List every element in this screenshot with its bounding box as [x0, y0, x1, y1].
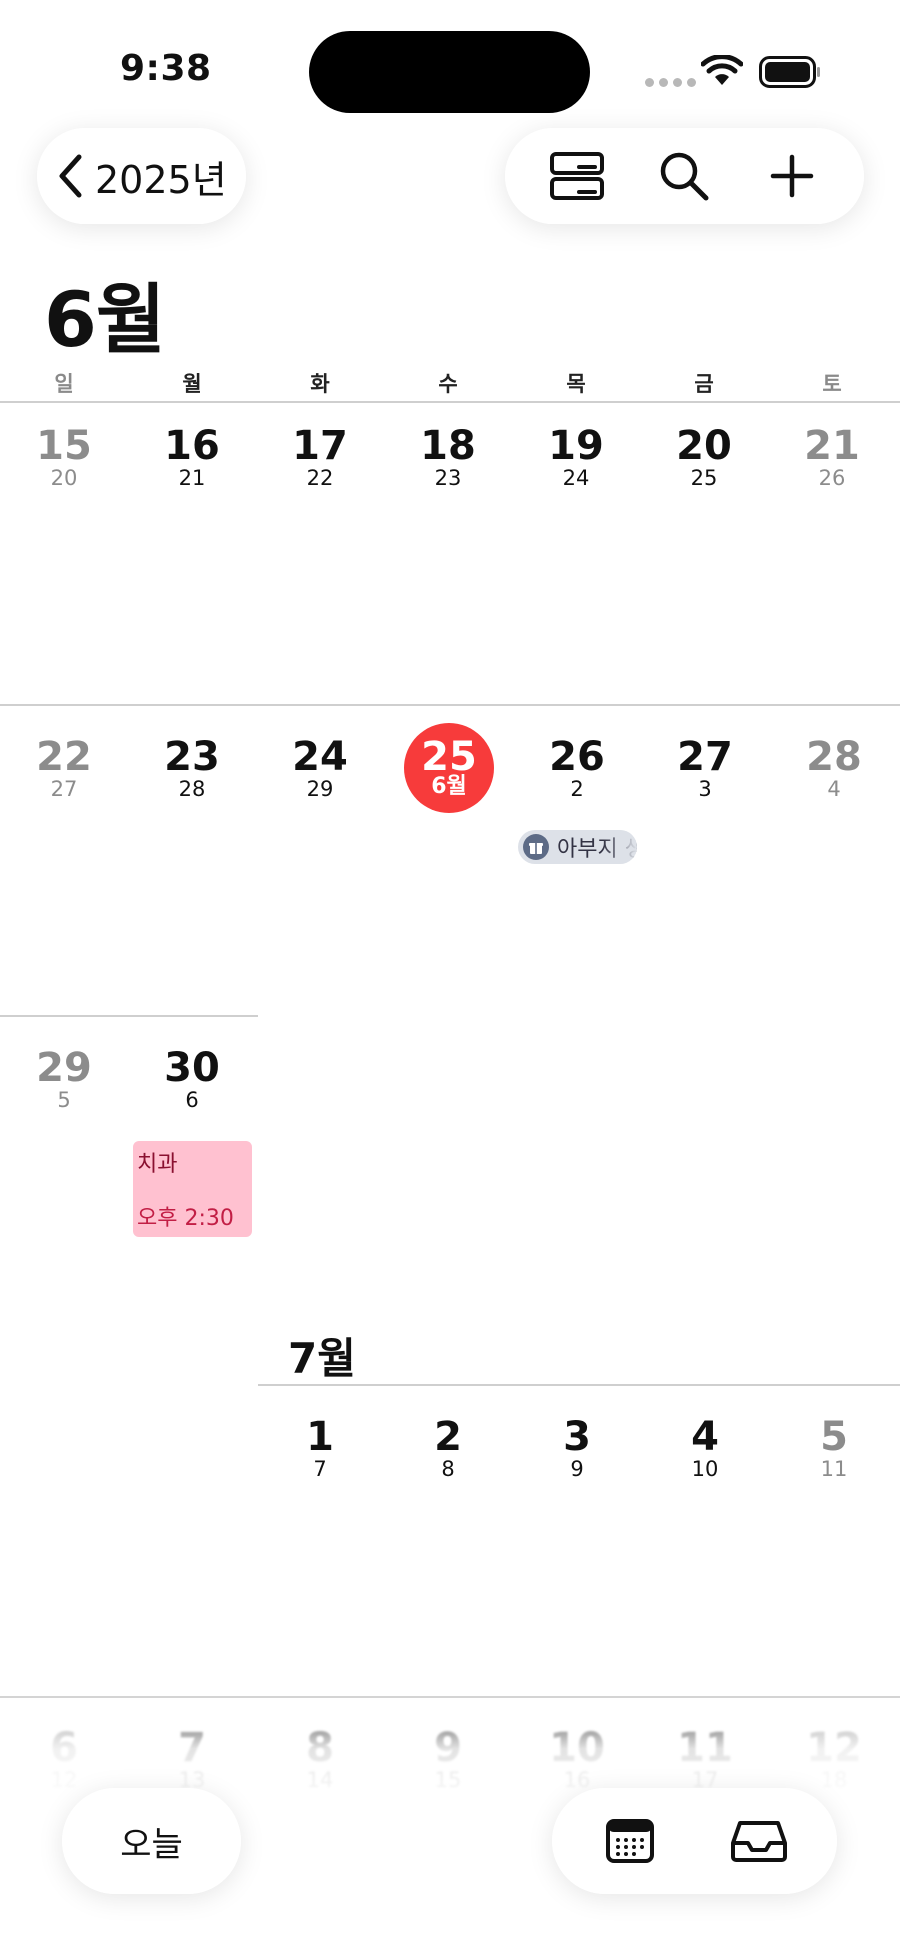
lunar-date: 10	[691, 1457, 719, 1481]
day-cell[interactable]: 26	[513, 737, 641, 777]
month-title-july: 7월	[288, 1334, 356, 1383]
lunar-date: 27	[50, 777, 78, 801]
event-title: 치과	[137, 1152, 178, 1177]
lunar-date: 25	[690, 466, 718, 490]
day-cell-today[interactable]: 25	[385, 737, 513, 777]
week-divider	[0, 1015, 258, 1017]
lunar-date: 20	[50, 466, 78, 490]
inbox-icon	[730, 1821, 787, 1862]
day-cell[interactable]: 5	[770, 1417, 898, 1457]
lunar-date: 11	[820, 1457, 848, 1481]
day-cell[interactable]: 15	[0, 426, 128, 466]
weekday-sat: 토	[822, 372, 842, 396]
list-view-icon	[549, 152, 604, 200]
bottom-toolbar	[552, 1788, 837, 1894]
wifi-icon	[701, 55, 743, 85]
lunar-date: 26	[818, 466, 846, 490]
weekday-header: 일 월 화 수 목 금 토	[0, 368, 900, 398]
header-divider	[0, 401, 900, 403]
battery-icon	[759, 56, 820, 88]
day-cell[interactable]: 20	[640, 426, 768, 466]
day-cell[interactable]: 1	[256, 1417, 384, 1457]
day-cell[interactable]: 21	[768, 426, 896, 466]
weekday-tue: 화	[310, 372, 330, 396]
lunar-date: 3	[698, 777, 712, 801]
plus-icon	[770, 154, 814, 198]
weekday-sun: 일	[54, 372, 74, 396]
weekday-fri: 금	[694, 372, 714, 396]
cellular-signal-icon	[645, 78, 696, 87]
day-cell[interactable]: 16	[128, 426, 256, 466]
lunar-date: 2	[570, 777, 584, 801]
add-event-button[interactable]	[756, 140, 828, 212]
weekday-mon: 월	[182, 372, 202, 396]
status-time: 9:38	[120, 48, 212, 89]
view-mode-button[interactable]	[541, 140, 613, 212]
lunar-date: 24	[562, 466, 590, 490]
day-cell[interactable]: 29	[0, 1048, 128, 1088]
lunar-date: 9	[570, 1457, 584, 1481]
dynamic-island	[309, 31, 590, 113]
month-divider	[258, 1384, 900, 1386]
lunar-date: 22	[306, 466, 334, 490]
weekday-wed: 수	[438, 372, 458, 396]
dentist-event[interactable]: 치과 오후 2:30	[133, 1141, 252, 1237]
day-cell[interactable]: 17	[256, 426, 384, 466]
day-cell[interactable]: 28	[770, 737, 898, 777]
day-cell[interactable]: 30	[128, 1048, 256, 1088]
year-label: 2025년	[95, 157, 227, 202]
gift-icon	[523, 834, 549, 860]
day-cell[interactable]: 4	[641, 1417, 769, 1457]
lunar-date: 28	[178, 777, 206, 801]
calendars-button[interactable]	[594, 1805, 666, 1877]
search-button[interactable]	[648, 140, 720, 212]
lunar-date: 21	[178, 466, 206, 490]
day-cell[interactable]: 3	[513, 1417, 641, 1457]
lunar-date: 8	[441, 1457, 455, 1481]
lunar-date: 6	[185, 1088, 199, 1112]
lunar-date: 7	[313, 1457, 327, 1481]
calendar-icon	[606, 1819, 655, 1863]
lunar-date-today: 6월	[431, 774, 467, 799]
event-time: 오후 2:30	[137, 1206, 234, 1231]
birthday-event-chip[interactable]: 아부지 생신	[518, 830, 637, 864]
today-button[interactable]: 오늘	[62, 1788, 241, 1894]
search-icon	[661, 152, 709, 201]
day-cell[interactable]: 24	[256, 737, 384, 777]
day-cell[interactable]: 2	[384, 1417, 512, 1457]
today-label: 오늘	[120, 1824, 183, 1865]
day-cell[interactable]: 23	[128, 737, 256, 777]
lunar-date: 4	[827, 777, 841, 801]
weekday-thu: 목	[566, 372, 586, 396]
day-cell[interactable]: 22	[0, 737, 128, 777]
inbox-button[interactable]	[723, 1805, 795, 1877]
month-title: 6월	[44, 275, 166, 364]
week-divider	[0, 704, 900, 706]
lunar-date: 23	[434, 466, 462, 490]
chevron-left-icon	[59, 154, 82, 198]
lunar-date: 5	[57, 1088, 71, 1112]
back-to-year-button[interactable]: 2025년	[37, 128, 246, 224]
day-cell[interactable]: 18	[384, 426, 512, 466]
lunar-date: 29	[306, 777, 334, 801]
top-toolbar	[505, 128, 864, 224]
day-cell[interactable]: 19	[512, 426, 640, 466]
day-cell[interactable]: 27	[641, 737, 769, 777]
